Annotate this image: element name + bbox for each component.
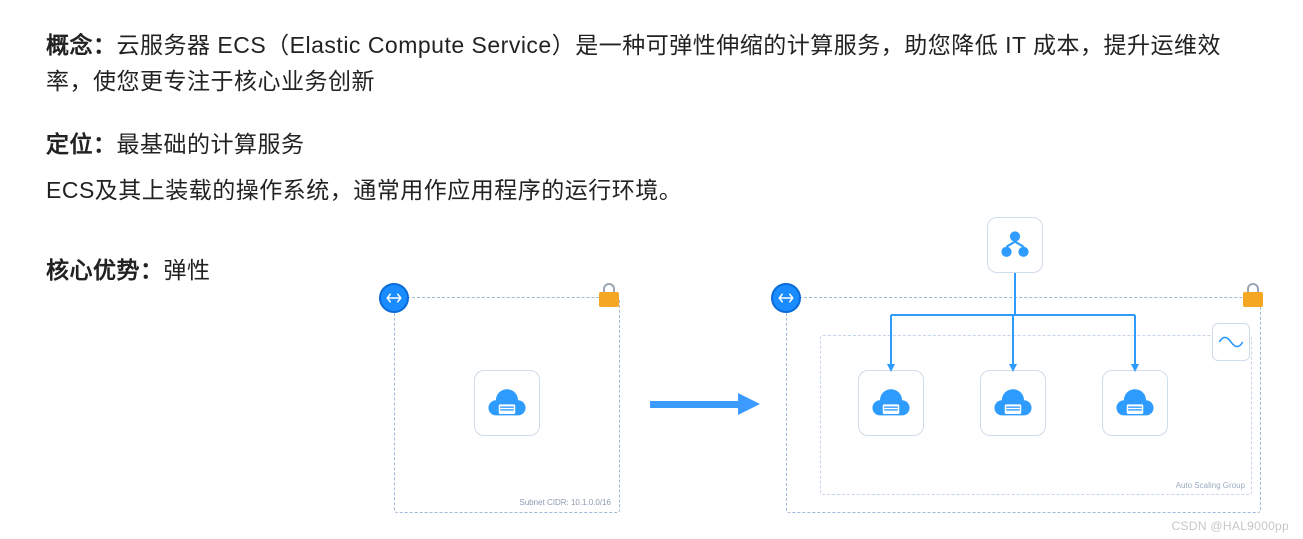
concept-label: 概念： (46, 32, 117, 58)
group-label: Auto Scaling Group (1176, 481, 1245, 490)
ecs-server-icon (474, 370, 540, 436)
subnet-label-left: Subnet CIDR: 10.1.0.0/16 (519, 498, 611, 507)
concept-text: 云服务器 ECS（Elastic Compute Service）是一种可弹性伸… (46, 32, 1221, 94)
load-balancer-icon (987, 217, 1043, 273)
ecs-server-icon (980, 370, 1046, 436)
position-label: 定位： (46, 131, 117, 157)
expand-arrow-icon (650, 393, 760, 415)
concept-paragraph: 概念：云服务器 ECS（Elastic Compute Service）是一种可… (46, 28, 1267, 99)
ecs-desc-paragraph: ECS及其上装载的操作系统，通常用作应用程序的运行环境。 (46, 173, 1267, 209)
scaling-wave-icon (1212, 323, 1250, 361)
internet-gateway-icon (771, 283, 801, 313)
architecture-diagram: Subnet CIDR: 10.1.0.0/16 Auto Scaling Gr… (0, 215, 1303, 535)
lock-icon (599, 283, 619, 307)
lock-icon (1243, 283, 1263, 307)
watermark: CSDN @HAL9000pp (1172, 519, 1289, 533)
position-text: 最基础的计算服务 (117, 131, 305, 157)
internet-gateway-icon (379, 283, 409, 313)
ecs-server-icon (858, 370, 924, 436)
position-paragraph: 定位：最基础的计算服务 (46, 127, 1267, 163)
ecs-server-icon (1102, 370, 1168, 436)
